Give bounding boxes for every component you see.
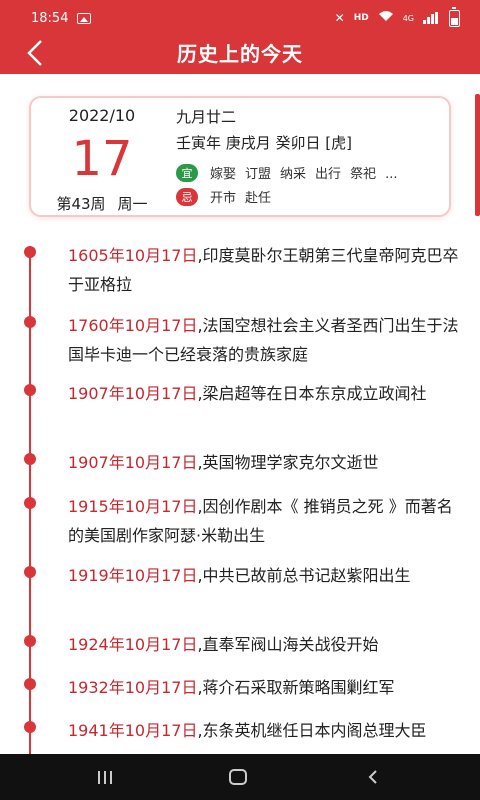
recents-button[interactable] (75, 754, 135, 800)
event-date: 1605年10月17日 (68, 246, 198, 265)
event-text: ,梁启超等在日本东京成立政闻社 (197, 384, 427, 403)
event-date: 1932年10月17日 (68, 678, 198, 697)
timeline-dot (24, 566, 36, 578)
week-number: 第43周 (56, 195, 106, 213)
hd-label: HD (353, 13, 369, 23)
history-event[interactable]: 1907年10月17日,梁启超等在日本东京成立政闻社 (68, 379, 463, 408)
status-bar: 18:54 ✕ HD 4G (0, 0, 480, 36)
event-date: 1907年10月17日 (68, 453, 198, 472)
recents-icon (98, 770, 112, 784)
signal-icon (423, 12, 438, 24)
status-icons: ✕ HD 4G (334, 6, 460, 27)
event-date: 1924年10月17日 (68, 635, 198, 654)
event-date: 1941年10月17日 (68, 721, 198, 740)
event-date: 1915年10月17日 (68, 497, 198, 516)
date-card: 2022/10 17 第43周 周一 九月廿二 壬寅年 庚戌月 癸卯日 [虎] 宜… (29, 96, 451, 217)
event-text: ,蒋介石采取新策略围剿红军 (197, 678, 395, 697)
history-event[interactable]: 1915年10月17日,因创作剧本《 推销员之死 》而著名的美国剧作家阿瑟·米勒… (68, 492, 463, 550)
yi-badge: 宜 (176, 163, 198, 182)
battery-icon (449, 6, 460, 27)
scrollbar[interactable] (475, 94, 480, 216)
history-event[interactable]: 1932年10月17日,蒋介石采取新策略围剿红军 (68, 673, 463, 702)
ganzhi-date: 壬寅年 庚戌月 癸卯日 [虎] (176, 134, 353, 152)
history-event[interactable]: 1919年10月17日,中共已故前总书记赵紫阳出生 (68, 561, 463, 590)
timeline-dot (24, 246, 36, 258)
home-icon (229, 769, 247, 785)
history-event[interactable]: 1760年10月17日,法国空想社会主义者圣西门出生于法国毕卡迪一个已经衰落的贵… (68, 311, 463, 369)
timeline-dot (24, 316, 36, 328)
week-info: 第43周 周一 (31, 193, 173, 214)
timeline-dot (24, 384, 36, 396)
lunar-date: 九月廿二 (176, 108, 237, 126)
event-date: 1907年10月17日 (68, 384, 198, 403)
ji-badge: 忌 (176, 187, 198, 206)
date-summary: 2022/10 17 第43周 周一 (31, 98, 173, 219)
event-text: ,英国物理学家克尔文逝世 (197, 453, 379, 472)
image-notification-icon (77, 12, 92, 24)
wifi-icon (378, 10, 394, 26)
history-event[interactable]: 1907年10月17日,英国物理学家克尔文逝世 (68, 448, 463, 477)
ji-row: 忌 开市 赴任 (176, 187, 280, 206)
event-text: ,中共已故前总书记赵紫阳出生 (197, 566, 411, 585)
yi-item-more: ... (385, 167, 398, 182)
ji-items: 开市 赴任 (210, 187, 280, 206)
yi-item: 纳采 (280, 167, 307, 182)
yi-item: 嫁娶 (210, 167, 237, 182)
system-nav-bar (0, 754, 480, 800)
network-type-label: 4G (402, 13, 414, 23)
day-number: 17 (71, 131, 133, 187)
yi-item: 祭祀 (350, 167, 377, 182)
app-bar: 历史上的今天 (0, 36, 480, 74)
yi-items: 嫁娶 订盟 纳采 出行 祭祀... (210, 163, 406, 182)
back-arrow-icon (368, 770, 377, 784)
event-date: 1919年10月17日 (68, 566, 198, 585)
almanac-info: 九月廿二 壬寅年 庚戌月 癸卯日 [虎] 宜 嫁娶 订盟 纳采 出行 祭祀... 忌 开… (176, 98, 439, 219)
event-text: ,直奉军阀山海关战役开始 (197, 635, 379, 654)
ji-item: 开市 (210, 191, 237, 206)
status-time: 18:54 (31, 10, 69, 26)
timeline-dot (24, 497, 36, 509)
weekday: 周一 (117, 195, 148, 213)
ji-item: 赴任 (245, 191, 272, 206)
timeline-dot (24, 635, 36, 647)
mute-icon: ✕ (334, 11, 345, 25)
timeline-dot (24, 678, 36, 690)
history-event[interactable]: 1924年10月17日,直奉军阀山海关战役开始 (68, 630, 463, 659)
history-event[interactable]: 1941年10月17日,东条英机继任日本内阁总理大臣 (68, 716, 463, 745)
history-event[interactable]: 1605年10月17日,印度莫卧尔王朝第三代皇帝阿克巴卒于亚格拉 (68, 241, 463, 299)
timeline-dot (24, 721, 36, 733)
system-back-button[interactable] (343, 754, 403, 800)
timeline-dot (24, 453, 36, 465)
event-text: ,东条英机继任日本内阁总理大臣 (197, 721, 427, 740)
home-button[interactable] (208, 754, 268, 800)
page-title: 历史上的今天 (177, 42, 303, 66)
yi-row: 宜 嫁娶 订盟 纳采 出行 祭祀... (176, 163, 406, 182)
yi-item: 出行 (315, 167, 342, 182)
year-month: 2022/10 (68, 106, 136, 125)
event-date: 1760年10月17日 (68, 316, 198, 335)
yi-item: 订盟 (245, 167, 272, 182)
app-header: 18:54 ✕ HD 4G 历史上的今天 (0, 0, 480, 74)
